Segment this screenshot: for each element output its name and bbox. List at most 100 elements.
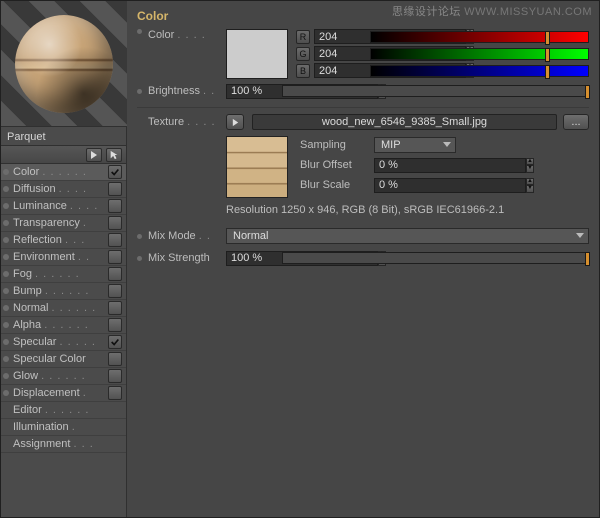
channel-checkbox[interactable] [108, 165, 122, 179]
channel-glow[interactable]: Glow . . . . . . [1, 368, 126, 385]
bullet-icon [3, 288, 9, 294]
channel-checkbox[interactable] [108, 386, 122, 400]
texture-browse-button[interactable]: ... [563, 114, 589, 130]
channel-label: Transparency . [13, 217, 106, 229]
texture-details-row: Sampling MIP Blur Offset ▲▼ Blur Scale ▲… [137, 136, 589, 198]
r-slider[interactable] [370, 31, 589, 43]
mix-strength-row: Mix Strength ▲▼ [137, 248, 589, 268]
channel-diffusion[interactable]: Diffusion . . . . [1, 181, 126, 198]
channel-label: Alpha . . . . . . [13, 319, 106, 331]
blur-scale-spinner[interactable]: ▲▼ [374, 178, 430, 193]
channel-normal[interactable]: Normal . . . . . . [1, 300, 126, 317]
color-swatch[interactable] [226, 29, 288, 79]
channel-fog[interactable]: Fog . . . . . . [1, 266, 126, 283]
channel-color[interactable]: Color . . . . . . [1, 164, 126, 181]
channel-checkbox[interactable] [108, 267, 122, 281]
channel-bump[interactable]: Bump . . . . . . [1, 283, 126, 300]
channel-label: Glow . . . . . . [13, 370, 106, 382]
chevron-down-icon [576, 233, 584, 238]
channel-checkbox[interactable] [108, 233, 122, 247]
channel-label: Luminance . . . . [13, 200, 106, 212]
b-slider[interactable] [370, 65, 589, 77]
bullet-icon [3, 390, 9, 396]
channel-label: Specular . . . . . [13, 336, 106, 348]
channel-checkbox[interactable] [108, 250, 122, 264]
channel-editor[interactable]: Editor . . . . . . [1, 402, 126, 419]
watermark: 思缘设计论坛 WWW.MISSYUAN.COM [392, 3, 592, 19]
channel-checkbox[interactable] [108, 318, 122, 332]
g-chip[interactable]: G [296, 47, 310, 61]
b-chip[interactable]: B [296, 64, 310, 78]
blur-offset-input[interactable] [374, 158, 526, 173]
bullet-icon [3, 305, 9, 311]
bullet-icon [3, 186, 9, 192]
channel-checkbox[interactable] [108, 182, 122, 196]
rgb-g-row: G ▲▼ [296, 46, 589, 61]
cursor-button[interactable] [106, 148, 122, 162]
mix-mode-label: Mix Mode . . [148, 230, 226, 242]
mix-strength-spinner[interactable]: ▲▼ [226, 251, 276, 266]
bullet-icon [3, 237, 9, 243]
r-spinner[interactable]: ▲▼ [314, 29, 364, 44]
channel-checkbox[interactable] [108, 369, 122, 383]
r-chip[interactable]: R [296, 30, 310, 44]
sampling-select[interactable]: MIP [374, 137, 456, 153]
blur-scale-input[interactable] [374, 178, 526, 193]
bullet-icon [3, 373, 9, 379]
channel-label: Bump . . . . . . [13, 285, 106, 297]
bullet-icon [3, 203, 9, 209]
channel-specular-color[interactable]: Specular Color [1, 351, 126, 368]
texture-thumbnail[interactable] [226, 136, 288, 198]
blur-scale-row: Blur Scale ▲▼ [300, 176, 589, 194]
texture-label: Texture . . . . [148, 116, 226, 128]
bullet-icon [3, 356, 9, 362]
texture-dropdown-button[interactable] [226, 114, 244, 130]
material-preview[interactable] [1, 1, 127, 127]
texture-row: Texture . . . . wood_new_6546_9385_Small… [137, 112, 589, 132]
g-slider[interactable] [370, 48, 589, 60]
b-spinner[interactable]: ▲▼ [314, 63, 364, 78]
channel-label: Displacement . [13, 387, 106, 399]
mix-mode-select[interactable]: Normal [226, 228, 589, 244]
channel-label: Color . . . . . . [13, 166, 106, 178]
texture-file-field[interactable]: wood_new_6546_9385_Small.jpg [252, 114, 557, 130]
sampling-row: Sampling MIP [300, 136, 589, 154]
channel-assignment[interactable]: Assignment . . . [1, 436, 126, 453]
channel-environment[interactable]: Environment . . [1, 249, 126, 266]
channel-checkbox[interactable] [108, 199, 122, 213]
channel-toolbar [1, 146, 126, 164]
channel-displacement[interactable]: Displacement . [1, 385, 126, 402]
bullet-icon [137, 234, 142, 239]
mix-strength-slider[interactable] [282, 252, 589, 264]
channel-label: Fog . . . . . . [13, 268, 106, 280]
g-spinner[interactable]: ▲▼ [314, 46, 364, 61]
channel-checkbox[interactable] [108, 352, 122, 366]
blur-offset-spinner[interactable]: ▲▼ [374, 158, 430, 173]
channel-luminance[interactable]: Luminance . . . . [1, 198, 126, 215]
channel-transparency[interactable]: Transparency . [1, 215, 126, 232]
brightness-spinner[interactable]: ▲▼ [226, 84, 276, 99]
channel-checkbox[interactable] [108, 301, 122, 315]
bullet-icon [3, 254, 9, 260]
divider [137, 107, 589, 108]
channel-checkbox[interactable] [108, 284, 122, 298]
rgb-b-row: B ▲▼ [296, 63, 589, 78]
channel-alpha[interactable]: Alpha . . . . . . [1, 317, 126, 334]
channel-illumination[interactable]: Illumination . [1, 419, 126, 436]
channel-label: Editor . . . . . . [13, 404, 106, 416]
material-name[interactable]: Parquet [1, 127, 126, 146]
sampling-label: Sampling [300, 139, 374, 151]
blur-offset-row: Blur Offset ▲▼ [300, 156, 589, 174]
color-label: Color . . . . [148, 29, 226, 41]
material-editor-window: 思缘设计论坛 WWW.MISSYUAN.COM Parquet Color . … [0, 0, 600, 518]
channel-specular[interactable]: Specular . . . . . [1, 334, 126, 351]
channel-checkbox[interactable] [108, 335, 122, 349]
bullet-icon [137, 89, 142, 94]
channel-reflection[interactable]: Reflection . . . [1, 232, 126, 249]
nav-arrow-button[interactable] [86, 148, 102, 162]
blur-scale-label: Blur Scale [300, 179, 374, 191]
mix-mode-row: Mix Mode . . Normal [137, 226, 589, 246]
channel-label: Reflection . . . [13, 234, 106, 246]
channel-checkbox[interactable] [108, 216, 122, 230]
brightness-slider[interactable] [282, 85, 589, 97]
